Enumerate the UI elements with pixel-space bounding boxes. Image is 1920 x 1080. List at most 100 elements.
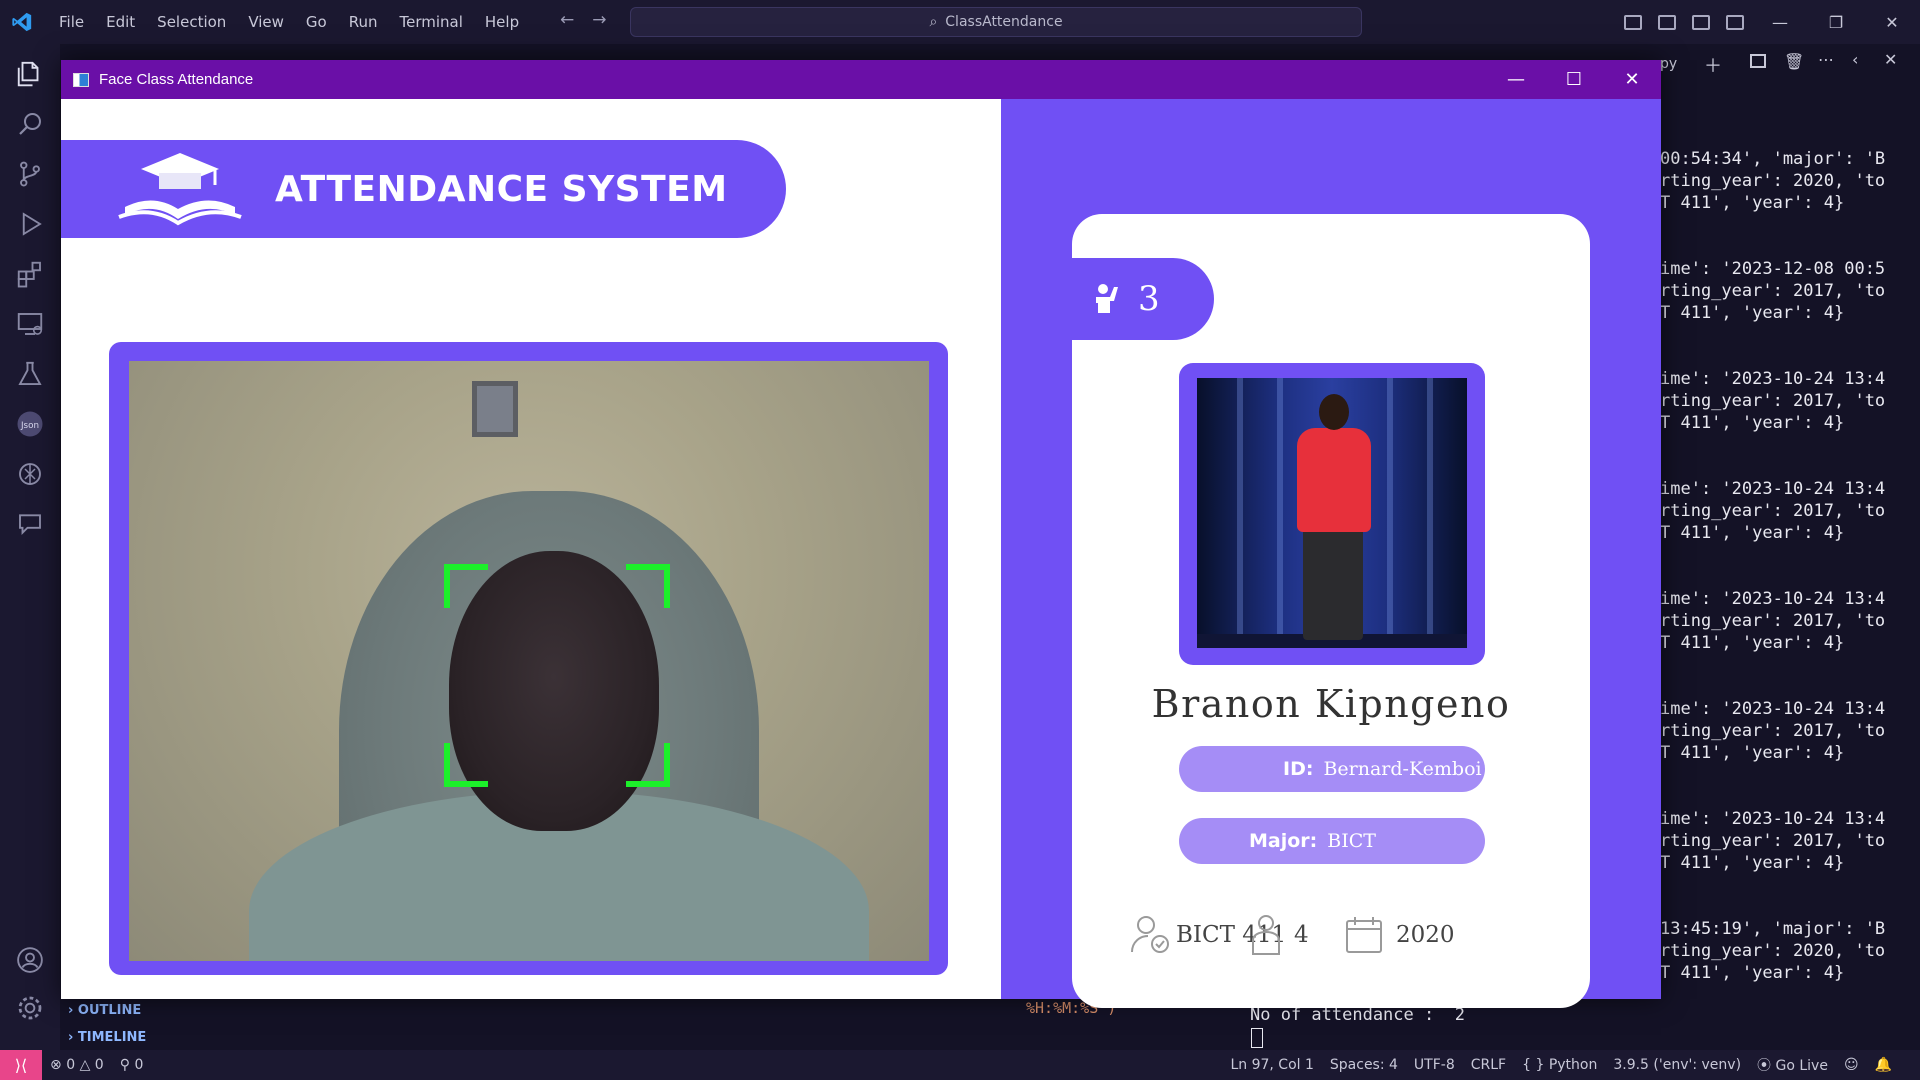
header-title: ATTENDANCE SYSTEM — [275, 168, 728, 210]
menu-help[interactable]: Help — [474, 0, 530, 44]
minimize-icon[interactable]: — — [1752, 13, 1808, 32]
terminal-output: 00:54:34', 'major': 'B rting_year': 2020,… — [1660, 148, 1885, 1028]
major-value: BICT — [1327, 830, 1376, 852]
student-card: 3 Branon Kipngeno ID: Bernard-Kemboi Maj… — [1072, 214, 1590, 1008]
terminal-line: T 411', 'year': 4} — [1660, 193, 1845, 213]
app-maximize-button[interactable]: ☐ — [1545, 60, 1603, 99]
cursor-position[interactable]: Ln 97, Col 1 — [1222, 1057, 1321, 1073]
explorer-icon[interactable] — [14, 58, 46, 90]
copilot-icon[interactable]: ☺ — [1836, 1057, 1867, 1073]
search-icon[interactable] — [14, 108, 46, 140]
file-encoding[interactable]: UTF-8 — [1406, 1057, 1463, 1073]
terminal-record-block: ime': '2023-10-24 13:4 rting_year': 2017,… — [1660, 368, 1885, 434]
terminal-line: rting_year': 2020, 'to — [1660, 941, 1886, 961]
menu-go[interactable]: Go — [295, 0, 338, 44]
source-control-icon[interactable] — [14, 158, 46, 190]
language-label: Python — [1548, 1057, 1598, 1073]
menu-file[interactable]: File — [48, 0, 95, 44]
timeline-label: TIMELINE — [77, 1030, 147, 1045]
menu-bar: File Edit Selection View Go Run Terminal… — [48, 0, 530, 44]
problems-indicator[interactable]: ⊗ 0 △ 0 — [42, 1057, 112, 1073]
activity-bar: Json — [0, 44, 60, 1050]
terminal-line: rting_year': 2017, 'to — [1660, 611, 1886, 631]
webcam-feed — [129, 361, 929, 961]
vscode-logo-icon — [0, 0, 44, 44]
ports-indicator[interactable]: ⚲ 0 — [112, 1057, 152, 1073]
app-close-button[interactable]: ✕ — [1603, 60, 1661, 99]
terminal-line: ime': '2023-10-24 13:4 — [1660, 369, 1886, 389]
settings-gear-icon[interactable] — [14, 992, 46, 1024]
remote-indicator-icon[interactable]: ⟩⟨ — [0, 1050, 42, 1080]
raised-hand-person-icon — [1096, 284, 1118, 313]
person-head — [1319, 394, 1349, 430]
status-bar-right: Ln 97, Col 1 Spaces: 4 UTF-8 CRLF { } Py… — [1222, 1055, 1900, 1075]
accounts-icon[interactable] — [14, 944, 46, 976]
toggle-secondary-sidebar-icon[interactable] — [1692, 14, 1710, 30]
search-icon: ⌕ — [929, 14, 938, 30]
indentation[interactable]: Spaces: 4 — [1322, 1057, 1406, 1073]
python-interpreter[interactable]: 3.9.5 ('env': venv) — [1605, 1057, 1749, 1073]
app-titlebar: Face Class Attendance — ☐ ✕ — [61, 60, 1661, 99]
go-live-label: Go Live — [1775, 1058, 1828, 1074]
outline-label: OUTLINE — [77, 1003, 142, 1018]
chevron-left-icon[interactable]: ‹ — [1852, 50, 1858, 69]
panel-close-icon[interactable]: ✕ — [1884, 50, 1897, 69]
curtain-fold — [1277, 378, 1283, 648]
outline-section[interactable]: › OUTLINE — [68, 1003, 141, 1018]
remote-explorer-icon[interactable] — [14, 308, 46, 340]
close-icon[interactable]: ✕ — [1864, 13, 1920, 32]
titlebar-right-controls: — ❐ ✕ — [1616, 0, 1920, 44]
curtain-fold — [1427, 378, 1433, 648]
terminal-line: ime': '2023-10-24 13:4 — [1660, 589, 1886, 609]
student-id-pill: ID: Bernard-Kemboi — [1179, 746, 1485, 792]
terminal-line: T 411', 'year': 4} — [1660, 963, 1845, 983]
go-live-button[interactable]: ⦿ Go Live — [1749, 1055, 1836, 1075]
app-minimize-button[interactable]: — — [1487, 60, 1545, 99]
terminal-line: ime': '2023-10-24 13:4 — [1660, 809, 1886, 829]
chatgpt-icon[interactable] — [14, 458, 46, 490]
customize-layout-icon[interactable] — [1726, 14, 1744, 30]
terminal-line: T 411', 'year': 4} — [1660, 743, 1845, 763]
menu-view[interactable]: View — [237, 0, 295, 44]
forward-arrow-icon[interactable]: → — [592, 10, 606, 30]
json-extension-icon[interactable]: Json — [14, 408, 46, 440]
command-center-label: ClassAttendance — [945, 14, 1063, 30]
major-label: Major: — [1249, 830, 1318, 852]
terminal-line: T 411', 'year': 4} — [1660, 523, 1845, 543]
command-center-search[interactable]: ⌕ ClassAttendance — [630, 7, 1362, 37]
menu-terminal[interactable]: Terminal — [389, 0, 474, 44]
extensions-icon[interactable] — [14, 258, 46, 290]
restore-icon[interactable]: ❐ — [1808, 13, 1864, 32]
menu-run[interactable]: Run — [338, 0, 389, 44]
back-arrow-icon[interactable]: ← — [560, 10, 574, 30]
app-window-title: Face Class Attendance — [99, 71, 254, 88]
menu-edit[interactable]: Edit — [95, 0, 146, 44]
terminal-line: 00:54:34', 'major': 'B — [1660, 149, 1886, 169]
new-terminal-icon[interactable]: ＋ — [1704, 52, 1722, 78]
terminal-line: rting_year': 2020, 'to — [1660, 171, 1886, 191]
error-count: 0 — [66, 1057, 76, 1073]
editor-tab-fragment[interactable]: py — [1660, 56, 1677, 72]
trash-icon[interactable]: 🗑 — [1784, 52, 1804, 71]
run-debug-icon[interactable] — [14, 208, 46, 240]
terminal-line: T 411', 'year': 4} — [1660, 853, 1845, 873]
terminal-line: rting_year': 2017, 'to — [1660, 501, 1886, 521]
ports-count: 0 — [134, 1057, 144, 1073]
calendar-icon — [1346, 917, 1382, 953]
more-actions-icon[interactable]: ⋯ — [1818, 50, 1834, 69]
toggle-primary-sidebar-icon[interactable] — [1624, 14, 1642, 30]
terminal-line: ime': '2023-12-08 00:5 — [1660, 259, 1886, 279]
toggle-panel-icon[interactable] — [1658, 14, 1676, 30]
split-terminal-icon[interactable] — [1750, 54, 1766, 68]
timeline-section[interactable]: › TIMELINE — [68, 1030, 146, 1045]
student-year: 4 — [1294, 922, 1309, 948]
end-of-line[interactable]: CRLF — [1463, 1057, 1514, 1073]
menu-selection[interactable]: Selection — [146, 0, 237, 44]
language-mode[interactable]: { } Python — [1514, 1057, 1605, 1073]
user-check-icon — [1131, 916, 1169, 953]
chat-icon[interactable] — [14, 508, 46, 540]
testing-flask-icon[interactable] — [14, 358, 46, 390]
student-panel: 3 Branon Kipngeno ID: Bernard-Kemboi Maj… — [1001, 99, 1661, 1008]
status-bar: ⟩⟨ ⊗ 0 △ 0 ⚲ 0 Ln 97, Col 1 Spaces: 4 UT… — [0, 1050, 1920, 1080]
notifications-bell-icon[interactable]: 🔔 — [1867, 1057, 1900, 1073]
